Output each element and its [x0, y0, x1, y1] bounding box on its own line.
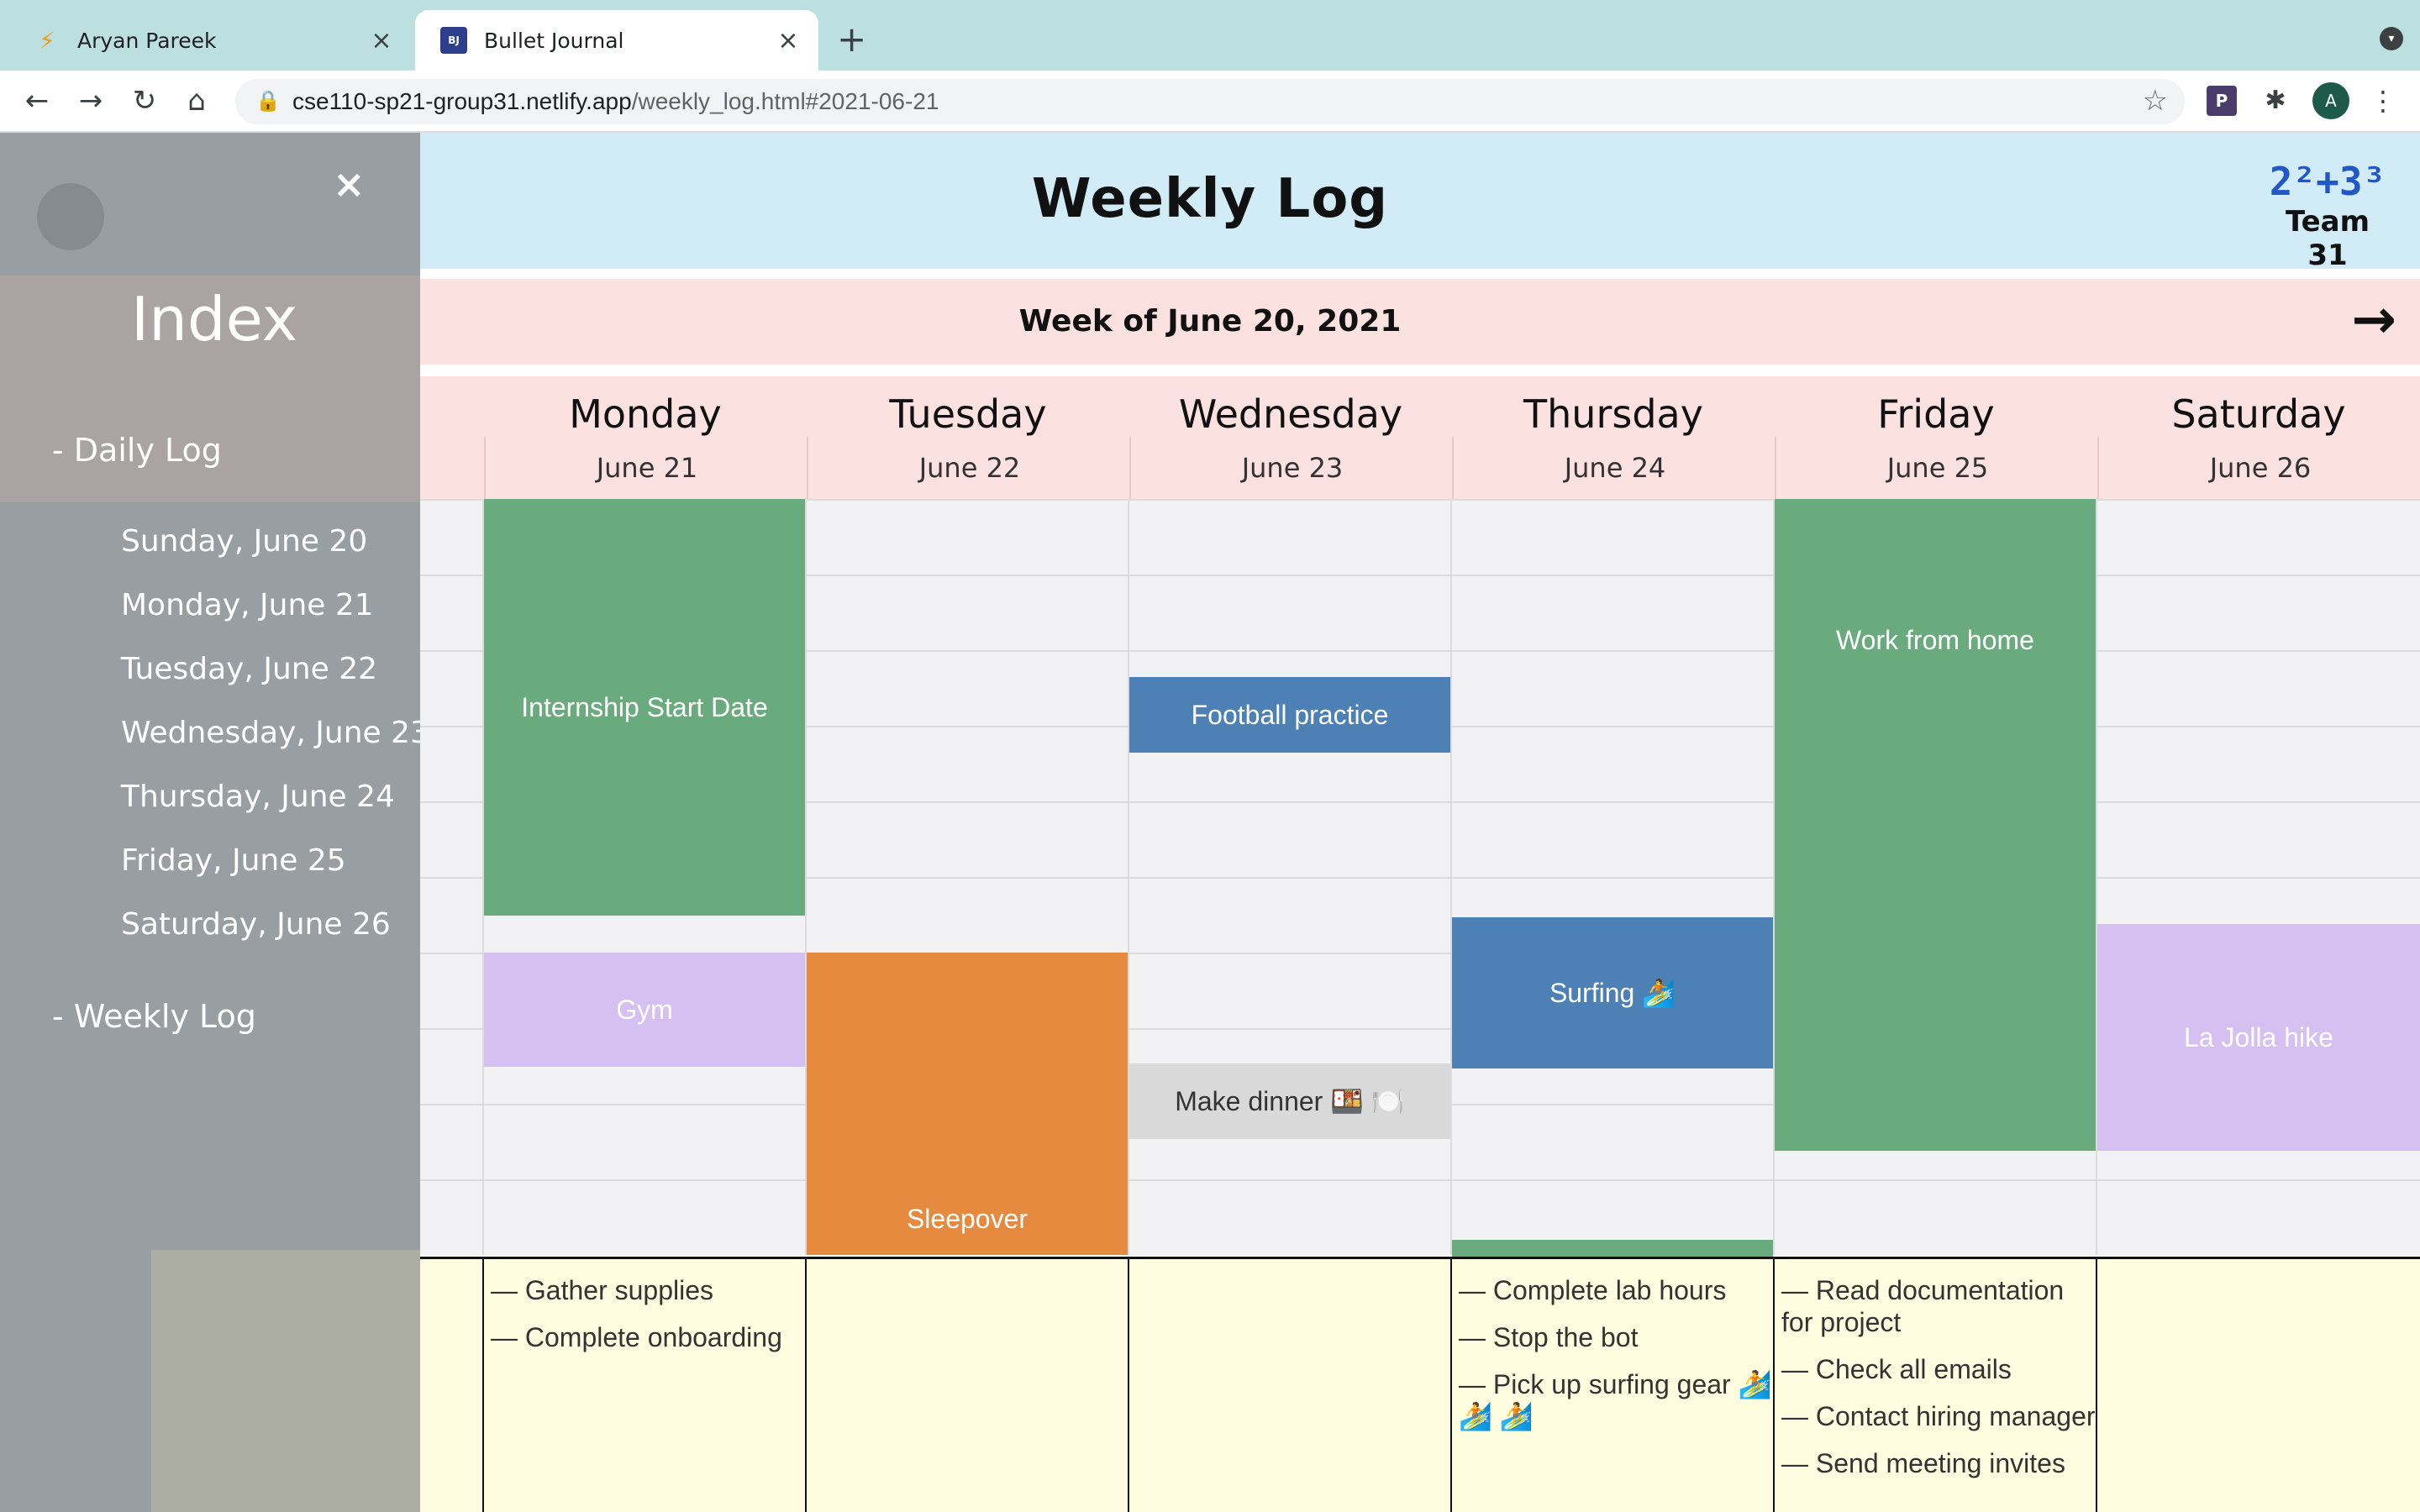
- day-date-monday: June 21: [484, 437, 808, 499]
- day-date-saturday: June 26: [2097, 437, 2420, 499]
- event-football-practice[interactable]: Football practice: [1129, 677, 1450, 753]
- event-sleepover[interactable]: Sleepover: [807, 953, 1128, 1255]
- sidebar-item-friday[interactable]: Friday, June 25: [121, 843, 346, 878]
- close-icon[interactable]: ×: [365, 26, 398, 55]
- browser-tab-aryan[interactable]: ⚡ Aryan Pareek ×: [8, 10, 412, 71]
- task-item[interactable]: — Check all emails: [1781, 1353, 2096, 1385]
- extension-p-icon[interactable]: P: [2207, 86, 2237, 116]
- lightning-icon: ⚡: [39, 26, 55, 55]
- close-icon[interactable]: ×: [771, 26, 805, 55]
- bookmark-star-icon[interactable]: ☆: [2143, 84, 2168, 118]
- day-name-monday: Monday: [569, 391, 722, 437]
- browser-tab-bullet-journal[interactable]: BJ Bullet Journal ×: [415, 10, 818, 71]
- day-name-friday: Friday: [1877, 391, 1995, 437]
- page-header: Weekly Log 2²+3³ Team 31: [420, 133, 2420, 272]
- tasks-wednesday: [1128, 1259, 1450, 1512]
- event-surfing[interactable]: Surfing 🏄: [1452, 917, 1773, 1068]
- browser-tabstrip: ⚡ Aryan Pareek × BJ Bullet Journal × + ▾: [0, 0, 2420, 71]
- day-name-saturday: Saturday: [2171, 391, 2346, 437]
- grid-line: [1128, 499, 1129, 1255]
- event-internship-start-date[interactable]: Internship Start Date: [484, 499, 805, 916]
- tasks-monday: — Gather supplies — Complete onboarding: [482, 1259, 805, 1512]
- new-tab-button[interactable]: +: [837, 18, 866, 60]
- blurred-avatar: [37, 183, 104, 250]
- browser-menu-icon[interactable]: ⋮: [2368, 86, 2398, 116]
- week-bar: Week of June 20, 2021 →: [420, 279, 2420, 365]
- task-item[interactable]: — Gather supplies: [491, 1274, 805, 1306]
- sidebar-item-wednesday[interactable]: Wednesday, June 23: [121, 716, 420, 750]
- day-date-tuesday: June 22: [807, 437, 1131, 499]
- url-text: cse110-sp21-group31.netlify.app/weekly_l…: [292, 88, 939, 114]
- index-sidebar: × Index - Daily Log Sunday, June 20 Mond…: [0, 133, 420, 1512]
- back-icon[interactable]: ←: [17, 81, 57, 121]
- sidebar-title: Index: [131, 284, 298, 354]
- day-date-wednesday: June 23: [1129, 437, 1454, 499]
- task-item[interactable]: — Contact hiring manager: [1781, 1400, 2096, 1432]
- sidebar-weekly-log-link[interactable]: - Weekly Log: [52, 998, 256, 1035]
- profile-avatar[interactable]: A: [2312, 82, 2349, 119]
- team-logo[interactable]: 2²+3³ Team 31: [2269, 158, 2386, 272]
- task-item[interactable]: — Complete lab hours: [1459, 1274, 1773, 1306]
- event-gym[interactable]: Gym: [484, 953, 805, 1067]
- next-week-arrow-icon[interactable]: →: [2351, 289, 2396, 351]
- tab-label: Aryan Pareek: [77, 28, 217, 53]
- logo-team: Team 31: [2285, 205, 2370, 272]
- tasks-thursday: — Complete lab hours — Stop the bot — Pi…: [1450, 1259, 1773, 1512]
- grid-line: [420, 1179, 2420, 1181]
- task-item[interactable]: — Read documentation for project: [1781, 1274, 2096, 1338]
- day-name-thursday: Thursday: [1523, 391, 1703, 437]
- event-la-jolla-hike[interactable]: La Jolla hike: [2097, 924, 2420, 1151]
- event-work-from-home[interactable]: Work from home: [1775, 499, 2096, 1151]
- home-icon[interactable]: ⌂: [176, 81, 217, 121]
- tasks-friday: — Read documentation for project — Check…: [1773, 1259, 2096, 1512]
- sidebar-item-tuesday[interactable]: Tuesday, June 22: [121, 652, 377, 686]
- address-bar[interactable]: 🔒 cse110-sp21-group31.netlify.app/weekly…: [235, 79, 2185, 124]
- sidebar-item-thursday[interactable]: Thursday, June 24: [121, 780, 395, 814]
- sidebar-item-sunday[interactable]: Sunday, June 20: [121, 524, 367, 559]
- tab-search-icon[interactable]: ▾: [2380, 27, 2403, 50]
- day-date-friday: June 25: [1775, 437, 2099, 499]
- extensions-puzzle-icon[interactable]: ✱: [2260, 86, 2291, 116]
- sidebar-item-saturday[interactable]: Saturday, June 26: [121, 907, 391, 942]
- event-make-dinner[interactable]: Make dinner 🍱 🍽️: [1129, 1063, 1450, 1139]
- tasks-tuesday: [805, 1259, 1128, 1512]
- logo-math: 2²+3³: [2269, 159, 2386, 204]
- grid-line: [1450, 499, 1452, 1255]
- task-row: — Gather supplies — Complete onboarding …: [420, 1257, 2420, 1512]
- close-sidebar-icon[interactable]: ×: [333, 161, 366, 207]
- forward-icon[interactable]: →: [71, 81, 111, 121]
- calendar-header: Monday June 21 Tuesday June 22 Wednesday…: [420, 376, 2420, 499]
- day-date-thursday: June 24: [1452, 437, 1776, 499]
- journal-favicon-icon: BJ: [440, 27, 467, 54]
- task-item[interactable]: — Complete onboarding: [491, 1321, 805, 1353]
- sidebar-daily-log-link[interactable]: - Daily Log: [52, 432, 222, 469]
- day-name-wednesday: Wednesday: [1178, 391, 1403, 437]
- browser-toolbar: ← → ↻ ⌂ 🔒 cse110-sp21-group31.netlify.ap…: [0, 71, 2420, 133]
- sidebar-item-monday[interactable]: Monday, June 21: [121, 588, 374, 622]
- tasks-saturday: [2096, 1259, 2420, 1512]
- task-item[interactable]: — Stop the bot: [1459, 1321, 1773, 1353]
- day-name-tuesday: Tuesday: [889, 391, 1047, 437]
- task-item[interactable]: — Send meeting invites: [1781, 1447, 2096, 1479]
- calendar-grid[interactable]: Internship Start Date Gym Sleepover Foot…: [420, 499, 2420, 1315]
- task-item[interactable]: — Pick up surfing gear 🏄 🏄 🏄: [1459, 1368, 1773, 1432]
- sidebar-backdrop: [151, 1250, 420, 1512]
- lock-icon: 🔒: [255, 89, 281, 113]
- tab-label: Bullet Journal: [484, 28, 624, 53]
- reload-icon[interactable]: ↻: [124, 81, 165, 121]
